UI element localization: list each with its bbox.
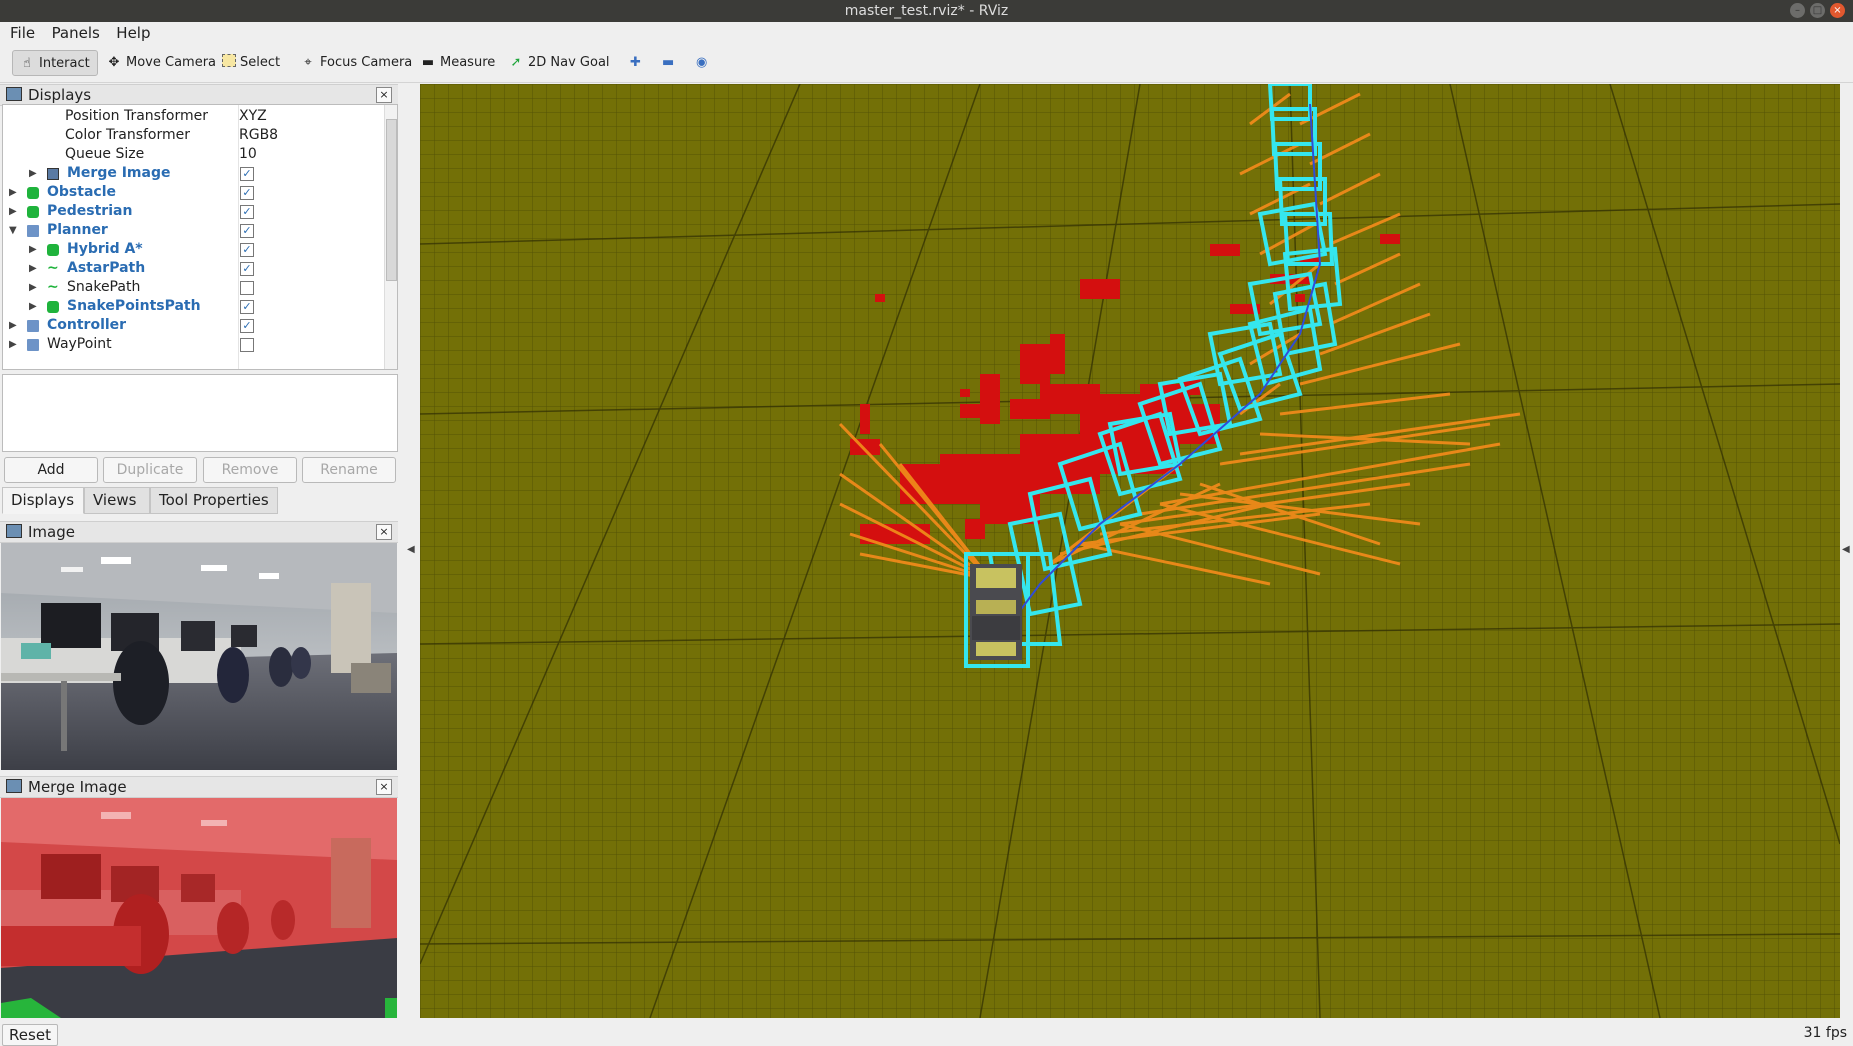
- tab-displays[interactable]: Displays: [2, 487, 84, 514]
- folder-icon: [27, 320, 39, 332]
- display-item-waypoint[interactable]: ▶ WayPoint: [3, 335, 383, 354]
- enable-checkbox[interactable]: ✓: [240, 243, 254, 257]
- expand-arrow-icon[interactable]: ▶: [29, 297, 37, 316]
- rename-display-button[interactable]: Rename: [302, 457, 396, 483]
- toolbar: ☝ Interact ✥ Move Camera Select ⌖ Focus Cam…: [0, 44, 1853, 83]
- display-item-snakepointspath[interactable]: ▶ SnakePointsPath ✓: [3, 297, 383, 316]
- tab-views[interactable]: Views: [84, 487, 150, 514]
- marker-icon: [27, 187, 39, 199]
- path-icon: ∼: [47, 260, 59, 276]
- displays-tree: Position Transformer XYZ Color Transform…: [2, 104, 398, 370]
- ruler-icon: ▬: [421, 55, 435, 70]
- display-item-obstacle[interactable]: ▶ Obstacle ✓: [3, 183, 383, 202]
- folder-icon: [27, 339, 39, 351]
- enable-checkbox[interactable]: [240, 338, 254, 352]
- property-row[interactable]: Queue Size 10: [3, 145, 383, 164]
- display-item-controller[interactable]: ▶ Controller ✓: [3, 316, 383, 335]
- image-icon: [6, 779, 22, 793]
- fps-readout: 31 fps: [1803, 1025, 1847, 1041]
- menu-panels[interactable]: Panels: [46, 22, 106, 44]
- displays-panel-title: Displays: [28, 86, 92, 104]
- enable-checkbox[interactable]: ✓: [240, 262, 254, 276]
- enable-checkbox[interactable]: [240, 281, 254, 295]
- marker-icon: [27, 206, 39, 218]
- focus-icon: ⌖: [304, 55, 312, 70]
- window-titlebar: master_test.rviz* - RViz – □ ×: [0, 0, 1853, 22]
- menu-bar: File Panels Help: [0, 22, 1853, 44]
- camera-image: [1, 543, 397, 770]
- hand-icon: ☝: [23, 56, 31, 71]
- image-panel-header: Image ×: [0, 521, 398, 543]
- merged-segmentation-image: [1, 798, 397, 1018]
- displays-scrollbar[interactable]: [384, 105, 397, 369]
- marker-icon: [47, 301, 59, 313]
- enable-checkbox[interactable]: ✓: [240, 319, 254, 333]
- maximize-icon[interactable]: □: [1810, 3, 1825, 18]
- collapse-arrow-icon[interactable]: ▼: [9, 221, 17, 240]
- path-icon: ∼: [47, 279, 59, 295]
- window-title: master_test.rviz* - RViz: [844, 3, 1009, 19]
- marker-icon: [47, 244, 59, 256]
- add-tool-icon[interactable]: ✚: [624, 50, 647, 76]
- expand-arrow-icon[interactable]: ▶: [9, 335, 17, 354]
- select-box-icon: [222, 54, 236, 67]
- collapse-right-icon[interactable]: ◀: [1842, 544, 1850, 555]
- select-tool-button[interactable]: Select: [216, 50, 286, 76]
- enable-checkbox[interactable]: ✓: [240, 224, 254, 238]
- expand-arrow-icon[interactable]: ▶: [29, 240, 37, 259]
- display-item-hybrid-astar[interactable]: ▶ Hybrid A* ✓: [3, 240, 383, 259]
- expand-arrow-icon[interactable]: ▶: [9, 183, 17, 202]
- folder-icon: [27, 225, 39, 237]
- render-3d-viewport[interactable]: [420, 84, 1840, 1018]
- image-icon: [47, 168, 59, 180]
- collapse-left-icon[interactable]: ◀: [407, 544, 415, 555]
- enable-checkbox[interactable]: ✓: [240, 186, 254, 200]
- expand-arrow-icon[interactable]: ▶: [9, 316, 17, 335]
- close-panel-icon[interactable]: ×: [376, 87, 392, 103]
- status-bar: [0, 1022, 1853, 1046]
- minimize-icon[interactable]: –: [1790, 3, 1805, 18]
- property-description: [2, 374, 398, 452]
- move-camera-tool-button[interactable]: ✥ Move Camera: [100, 50, 222, 76]
- remove-display-button[interactable]: Remove: [203, 457, 297, 483]
- duplicate-display-button[interactable]: Duplicate: [103, 457, 197, 483]
- measure-tool-button[interactable]: ▬ Measure: [414, 50, 501, 76]
- focus-camera-tool-button[interactable]: ⌖ Focus Camera: [294, 50, 418, 76]
- display-item-merge-image[interactable]: ▶ Merge Image ✓: [3, 164, 383, 183]
- interact-tool-button[interactable]: ☝ Interact: [12, 50, 98, 76]
- expand-arrow-icon[interactable]: ▶: [29, 259, 37, 278]
- display-item-snakepath[interactable]: ▶ ∼ SnakePath: [3, 278, 383, 297]
- tab-tool-properties[interactable]: Tool Properties: [150, 487, 278, 514]
- image-panel-title: Image: [28, 523, 75, 541]
- property-row[interactable]: Position Transformer XYZ: [3, 107, 383, 126]
- reset-button[interactable]: Reset: [2, 1024, 58, 1046]
- expand-arrow-icon[interactable]: ▶: [29, 164, 37, 183]
- expand-arrow-icon[interactable]: ▶: [9, 202, 17, 221]
- nav-goal-tool-button[interactable]: ➚ 2D Nav Goal: [502, 50, 616, 76]
- close-panel-icon[interactable]: ×: [376, 524, 392, 540]
- enable-checkbox[interactable]: ✓: [240, 167, 254, 181]
- display-item-pedestrian[interactable]: ▶ Pedestrian ✓: [3, 202, 383, 221]
- displays-panel-header: Displays ×: [0, 84, 398, 106]
- expand-arrow-icon[interactable]: ▶: [29, 278, 37, 297]
- close-icon[interactable]: ×: [1830, 3, 1845, 18]
- add-display-button[interactable]: Add: [4, 457, 98, 483]
- enable-checkbox[interactable]: ✓: [240, 300, 254, 314]
- move-icon: ✥: [108, 55, 120, 70]
- menu-help[interactable]: Help: [110, 22, 156, 44]
- merge-image-panel-header: Merge Image ×: [0, 776, 398, 798]
- close-panel-icon[interactable]: ×: [376, 779, 392, 795]
- green-arrow-icon: ➚: [510, 55, 522, 70]
- display-item-astarpath[interactable]: ▶ ∼ AstarPath ✓: [3, 259, 383, 278]
- display-item-planner[interactable]: ▼ Planner ✓: [3, 221, 383, 240]
- scrollbar-thumb[interactable]: [386, 119, 397, 281]
- monitor-icon: [6, 87, 22, 101]
- merge-image-panel-title: Merge Image: [28, 778, 127, 796]
- menu-file[interactable]: File: [0, 22, 41, 44]
- tool-menu-icon[interactable]: ◉: [690, 50, 713, 76]
- enable-checkbox[interactable]: ✓: [240, 205, 254, 219]
- property-row[interactable]: Color Transformer RGB8: [3, 126, 383, 145]
- remove-tool-icon[interactable]: ▬: [656, 50, 680, 76]
- image-icon: [6, 524, 22, 538]
